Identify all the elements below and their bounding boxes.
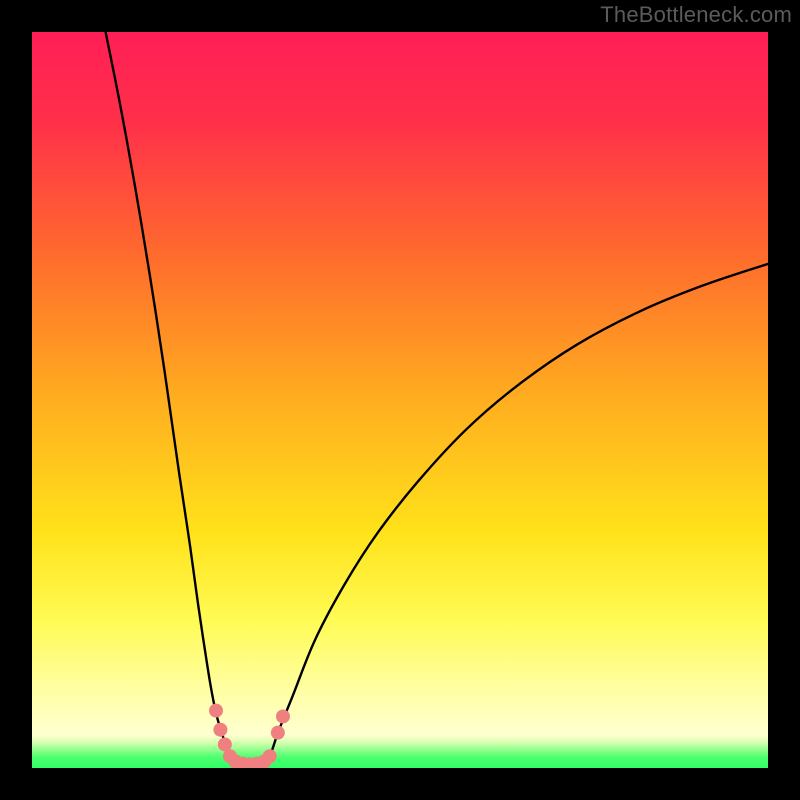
marker-dot	[209, 704, 223, 718]
attribution-label: TheBottleneck.com	[600, 2, 792, 28]
marker-dot	[263, 749, 277, 763]
gradient-background	[32, 32, 768, 768]
chart-container: TheBottleneck.com	[0, 0, 800, 800]
marker-dot	[276, 709, 290, 723]
marker-dot	[271, 726, 285, 740]
marker-dot	[213, 723, 227, 737]
plot-svg	[32, 32, 768, 768]
plot-area	[32, 32, 768, 768]
